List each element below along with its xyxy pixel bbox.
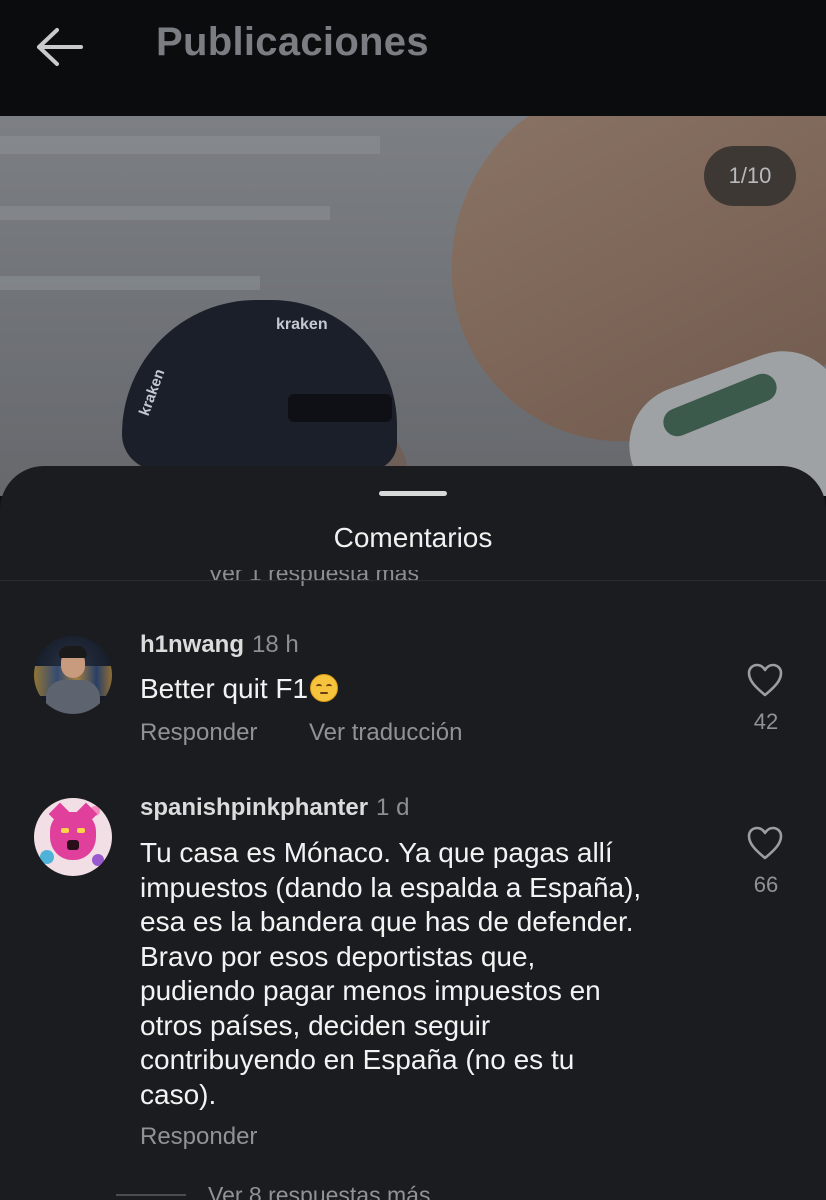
- reply-button[interactable]: Responder: [140, 1123, 257, 1151]
- avatar-splash: [92, 854, 104, 866]
- avatar-splash: [40, 850, 54, 864]
- avatar-eye: [61, 828, 69, 833]
- comment-line: caso).: [140, 1078, 217, 1110]
- worried-face-emoji-icon: [310, 674, 339, 702]
- comment-line: esa es la bandera que has de defender.: [140, 906, 634, 937]
- comment-line: contribuyendo en España (no es tu: [140, 1044, 575, 1075]
- post-photo[interactable]: kraken kraken: [0, 116, 826, 496]
- comment-line: impuestos (dando la espalda a España),: [140, 871, 642, 903]
- like-button[interactable]: [746, 662, 784, 698]
- sheet-divider: [0, 580, 826, 581]
- app-screen: Publicaciones kraken kraken 1/10 Comenta…: [0, 0, 826, 1200]
- avatar-panther: [50, 812, 96, 860]
- cap-brand-text: kraken: [276, 316, 328, 333]
- previous-replies-text: Ver 1 respuesta más: [208, 570, 419, 586]
- arrow-left-icon: [37, 28, 83, 66]
- comment-username[interactable]: h1nwang 18 h: [140, 631, 299, 659]
- avatar-eye: [77, 828, 85, 833]
- avatar-nose: [67, 840, 79, 850]
- reply-button[interactable]: Responder: [140, 719, 257, 747]
- comment-line: otros países, deciden seguir: [140, 1009, 491, 1041]
- comment-line: Tu casa es Mónaco. Ya que pagas allí: [140, 837, 613, 868]
- avatar[interactable]: [34, 636, 112, 714]
- comment-username[interactable]: spanishpinkphanter 1 d: [140, 794, 409, 822]
- drag-handle[interactable]: [379, 491, 447, 496]
- comment-time: 1 d: [376, 794, 410, 821]
- ceiling-beam: [0, 136, 380, 154]
- back-button[interactable]: [30, 22, 88, 72]
- ceiling-beam: [0, 276, 260, 290]
- comment-line: Bravo por esos deportistas que,: [140, 940, 536, 972]
- translate-button[interactable]: Ver traducción: [309, 719, 462, 747]
- ceiling-beam: [0, 206, 330, 220]
- avatar-body: [46, 680, 100, 714]
- username-text: h1nwang: [140, 631, 245, 658]
- more-replies-text: Ver 8 respuestas más: [208, 1182, 431, 1200]
- avatar[interactable]: [34, 798, 112, 876]
- username-text: spanishpinkphanter: [140, 794, 369, 821]
- like-button[interactable]: [746, 825, 784, 861]
- like-count: 66: [753, 872, 779, 897]
- cap-strap: [288, 394, 392, 422]
- previous-replies-link[interactable]: Ver 1 respuesta más: [208, 570, 419, 592]
- comment-line: pudiendo pagar menos impuestos en: [140, 975, 601, 1006]
- comment-body: Better quit F1: [140, 672, 710, 707]
- page-title: Publicaciones: [156, 20, 429, 64]
- avatar-hair: [59, 646, 87, 658]
- comment-time: 18 h: [252, 631, 299, 658]
- image-counter: 1/10: [704, 146, 796, 206]
- comment-text: Better quit F1: [140, 673, 309, 704]
- top-bar: Publicaciones: [0, 0, 826, 116]
- heart-icon: [747, 663, 783, 697]
- heart-icon: [747, 826, 783, 860]
- reply-thread-line: [116, 1194, 186, 1196]
- comment-body: Tu casa es Mónaco. Ya que pagas allí imp…: [140, 836, 710, 1112]
- like-count: 42: [753, 709, 779, 734]
- sheet-title: Comentarios: [333, 522, 493, 553]
- more-replies-link[interactable]: Ver 8 respuestas más: [0, 1178, 826, 1200]
